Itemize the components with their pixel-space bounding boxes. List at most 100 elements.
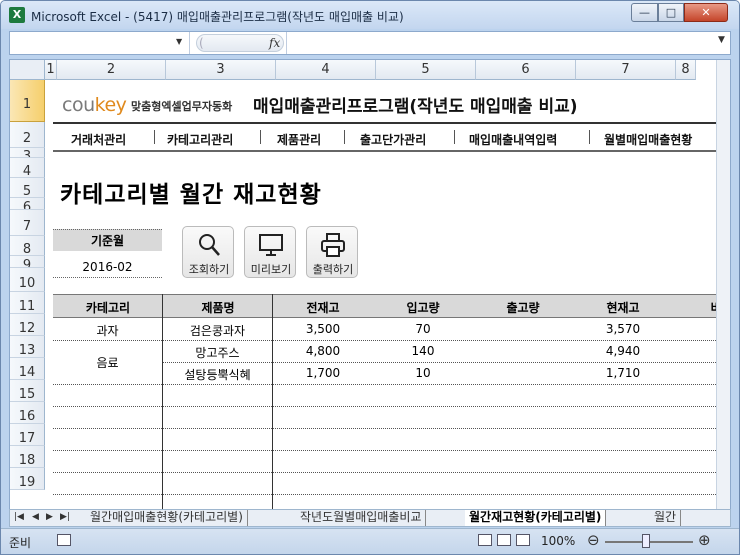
maximize-button[interactable]: □	[658, 3, 684, 22]
excel-app-icon[interactable]: X	[9, 7, 25, 23]
window-title: Microsoft Excel - (5417) 매입매출관리프로그램(작년도 …	[31, 10, 404, 24]
sheet-tab-bar: |◀ ◀ ▶ ▶| 월간매입매출현황(카테고리별) 작년도월별매입매출비교 월간…	[9, 509, 731, 527]
chevron-down-icon[interactable]: ▼	[718, 35, 725, 45]
sheet-tab-monthly-sales[interactable]: 월간매입매출현황(카테고리별)	[86, 510, 248, 526]
row-header[interactable]: 4	[10, 158, 45, 178]
fx-icon[interactable]: fx	[269, 36, 280, 50]
row-header[interactable]: 11	[10, 292, 45, 314]
horizontal-scrollbar[interactable]	[690, 512, 730, 525]
column-header[interactable]: 4	[276, 60, 376, 80]
monitor-icon	[259, 234, 283, 256]
prev-sheet-icon[interactable]: ◀	[32, 512, 39, 522]
chevron-down-icon[interactable]: ▼	[176, 37, 182, 46]
cell-category[interactable]: 과자	[53, 322, 162, 339]
base-month-input[interactable]: 2016-02	[53, 256, 162, 278]
logo-subtitle: 맞춤형엑셀업무자동화	[131, 100, 233, 113]
print-button[interactable]: 출력하기	[306, 226, 358, 278]
column-header[interactable]: 2	[57, 60, 166, 80]
th-outbound: 출고량	[506, 301, 540, 315]
page-layout-view-icon[interactable]	[497, 534, 511, 546]
cell-prev-stock[interactable]: 4,800	[273, 344, 373, 358]
title-bar: X Microsoft Excel - (5417) 매입매출관리프로그램(작년…	[1, 1, 739, 29]
cell-current-stock[interactable]: 1,710	[573, 366, 673, 380]
search-button[interactable]: 조회하기	[182, 226, 234, 278]
last-sheet-icon[interactable]: ▶|	[60, 512, 70, 522]
sheet-tab-yearly-compare[interactable]: 작년도월별매입매출비교	[296, 510, 427, 526]
cell-inbound[interactable]: 140	[373, 344, 473, 358]
status-mode: 준비	[9, 536, 32, 550]
row-header[interactable]: 14	[10, 358, 45, 380]
row-header[interactable]: 18	[10, 446, 45, 468]
search-button-label: 조회하기	[188, 263, 230, 276]
magnifier-icon	[199, 234, 220, 256]
menu-item-transaction-input[interactable]: 매입매출내역입력	[469, 131, 557, 148]
program-title: 매입매출관리프로그램(작년도 매입매출 비교)	[253, 97, 578, 117]
row-header[interactable]: 16	[10, 402, 45, 424]
cell-prev-stock[interactable]: 3,500	[273, 322, 373, 336]
close-button[interactable]: ✕	[684, 3, 728, 22]
worksheet-grid[interactable]: 12345678 1 2 3 4 5 6 7 8 9 10 11 12 13 14 15 16 17 18 19 c…	[9, 59, 731, 511]
printer-icon	[321, 233, 345, 257]
page-break-view-icon[interactable]	[516, 534, 530, 546]
first-sheet-icon[interactable]: |◀	[14, 512, 24, 522]
column-header[interactable]: 6	[476, 60, 576, 80]
row-header[interactable]: 2	[10, 122, 45, 148]
row-header[interactable]: 17	[10, 424, 45, 446]
formula-input[interactable]	[286, 32, 716, 54]
normal-view-icon[interactable]	[478, 534, 492, 546]
cell-current-stock[interactable]: 4,940	[573, 344, 673, 358]
zoom-in-icon[interactable]: ⊕	[698, 531, 711, 549]
row-divider	[53, 384, 716, 385]
next-sheet-icon[interactable]: ▶	[46, 512, 53, 522]
column-header[interactable]: 7	[576, 60, 676, 80]
cell-product[interactable]: 망고주스	[163, 344, 272, 361]
menu-item-monthly-status[interactable]: 월별매입매출현황	[604, 131, 692, 148]
zoom-slider-thumb[interactable]	[642, 534, 650, 548]
cell-product[interactable]: 설탕등뿍식혜	[163, 366, 272, 383]
base-month-label: 기준월	[53, 229, 162, 251]
cell-inbound[interactable]: 10	[373, 366, 473, 380]
row-header[interactable]: 15	[10, 380, 45, 402]
row-header[interactable]: 6	[10, 198, 45, 210]
preview-button[interactable]: 미리보기	[244, 226, 296, 278]
row-divider	[53, 428, 716, 429]
column-header[interactable]: 1	[45, 60, 57, 80]
vertical-scrollbar[interactable]	[716, 60, 730, 510]
column-header[interactable]: 3	[166, 60, 276, 80]
minimize-button[interactable]: —	[631, 3, 658, 22]
menu-item-category[interactable]: 카테고리관리	[167, 131, 233, 148]
cell-product[interactable]: 검은콩과자	[163, 322, 272, 339]
column-header[interactable]: 8	[676, 60, 696, 80]
menu-item-release-price[interactable]: 출고단가관리	[360, 131, 426, 148]
coukey-logo: coukey	[62, 94, 127, 116]
formula-expand-icon[interactable]: (	[199, 35, 204, 51]
row-header[interactable]: 9	[10, 256, 45, 268]
macro-record-icon[interactable]	[57, 534, 71, 546]
row-header[interactable]: 7	[10, 210, 45, 236]
select-all-corner[interactable]	[10, 60, 45, 80]
zoom-out-icon[interactable]: ⊖	[587, 531, 600, 549]
zoom-level[interactable]: 100%	[541, 534, 575, 548]
cell-category[interactable]: 음료	[53, 354, 162, 371]
menu-item-vendor[interactable]: 거래처관리	[71, 131, 126, 148]
row-header[interactable]: 10	[10, 268, 45, 292]
row-header[interactable]: 5	[10, 178, 45, 198]
row-divider	[53, 472, 716, 473]
row-header[interactable]: 13	[10, 336, 45, 358]
sheet-tab-monthly-stock[interactable]: 월간재고현황(카테고리별)	[465, 510, 607, 526]
row-header[interactable]: 19	[10, 468, 45, 490]
th-category: 카테고리	[85, 301, 131, 315]
row-header[interactable]: 3	[10, 148, 45, 158]
row-header[interactable]: 8	[10, 236, 45, 256]
name-box[interactable]	[10, 32, 190, 54]
column-header[interactable]: 5	[376, 60, 476, 80]
preview-button-label: 미리보기	[250, 263, 292, 276]
cell-prev-stock[interactable]: 1,700	[273, 366, 373, 380]
cell-current-stock[interactable]: 3,570	[573, 322, 673, 336]
formula-tools: ( fx	[196, 34, 284, 52]
cell-inbound[interactable]: 70	[373, 322, 473, 336]
menu-item-product[interactable]: 제품관리	[277, 131, 321, 148]
sheet-tab-monthly-more[interactable]: 월간	[650, 510, 682, 526]
row-header[interactable]: 12	[10, 314, 45, 336]
row-header[interactable]: 1	[10, 80, 45, 122]
